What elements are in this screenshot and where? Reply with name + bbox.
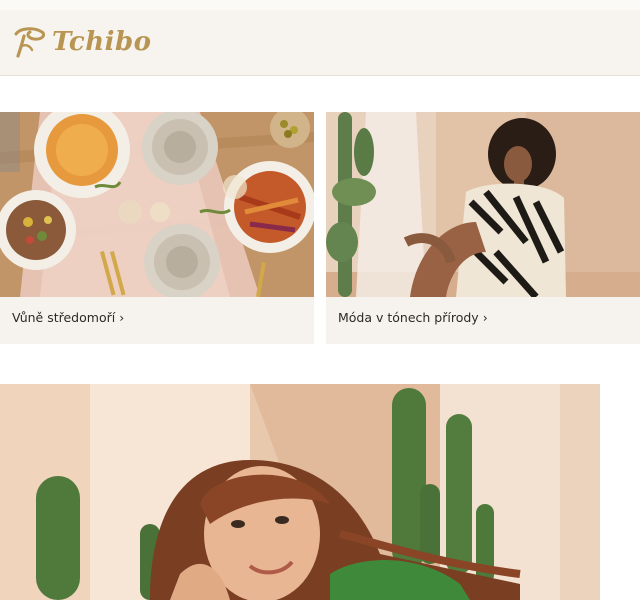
teaser-label: Móda v tónech přírody bbox=[338, 310, 479, 325]
teaser-link-nature-fashion[interactable]: Móda v tónech přírody › bbox=[326, 112, 640, 344]
chevron-right-icon: › bbox=[119, 310, 125, 325]
teaser-caption-mediterranean: Vůně středomoří › bbox=[12, 310, 124, 325]
mediterranean-table-image bbox=[0, 112, 314, 297]
teaser-label: Vůně středomoří bbox=[12, 310, 116, 325]
tchibo-logo[interactable]: Tchibo bbox=[12, 22, 152, 62]
teaser-caption-nature-fashion: Móda v tónech přírody › bbox=[338, 310, 488, 325]
logo-text: Tchibo bbox=[52, 27, 152, 57]
chevron-right-icon: › bbox=[482, 310, 488, 325]
site-header: Tchibo bbox=[0, 0, 640, 76]
teaser-card-nature-fashion[interactable]: Móda v tónech přírody › bbox=[326, 112, 640, 344]
teaser-card-mediterranean[interactable]: Vůně středomoří › bbox=[0, 112, 314, 344]
header-top-strip bbox=[0, 0, 640, 10]
tchibo-logo-icon bbox=[12, 24, 48, 60]
nature-fashion-image bbox=[326, 112, 640, 297]
hero-banner-image[interactable] bbox=[0, 384, 600, 600]
teaser-link-mediterranean[interactable]: Vůně středomoří › bbox=[0, 112, 314, 344]
